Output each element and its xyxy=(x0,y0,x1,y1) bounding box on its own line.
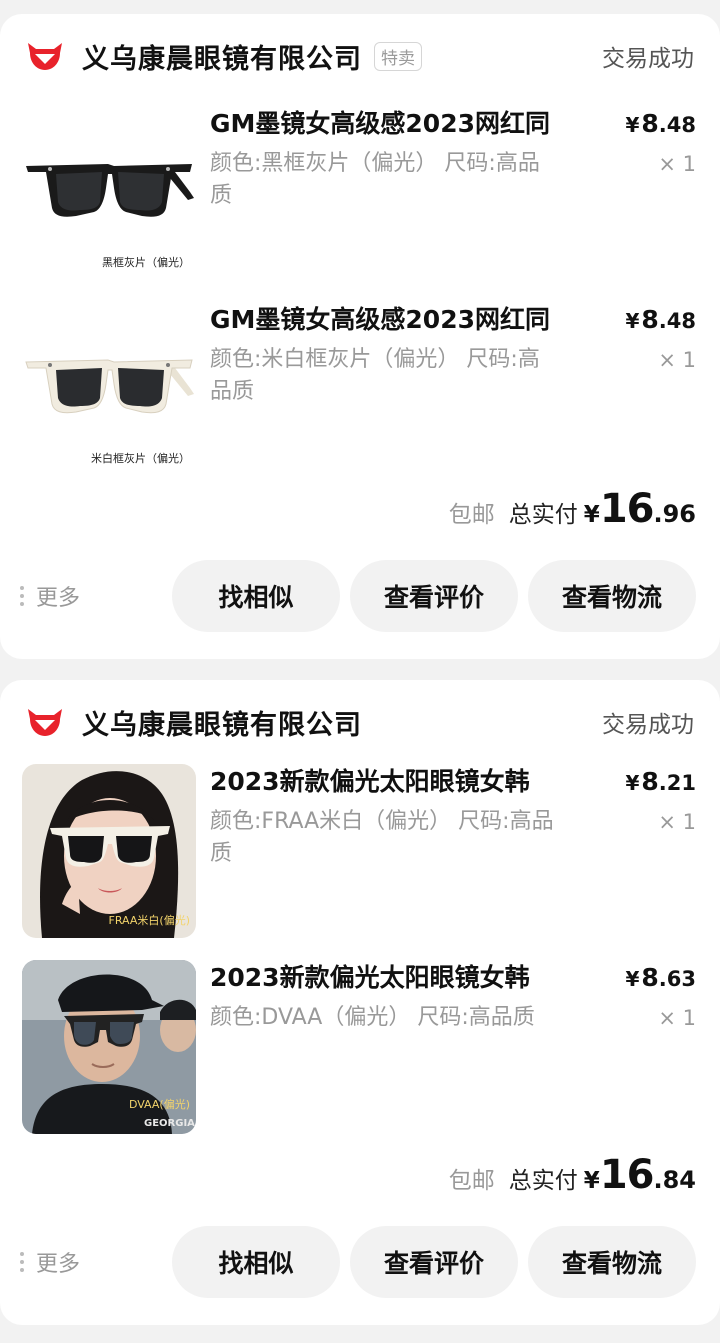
order-total: 包邮 总实付 ¥ 16 .96 xyxy=(448,486,696,532)
product-price: ¥8.48 xyxy=(625,305,696,334)
order-status: 交易成功 xyxy=(602,46,694,72)
shop-name[interactable]: 义乌康晨眼镜有限公司 xyxy=(82,37,362,76)
product-title[interactable]: 2023新款偏光太阳眼镜女韩 xyxy=(210,764,570,800)
product-quantity: × 1 xyxy=(658,152,696,176)
total-amount: 16 xyxy=(599,486,655,532)
order-actions: 更多 找相似 查看评价 查看物流 xyxy=(0,1226,720,1298)
order-total: 包邮 总实付 ¥ 16 .84 xyxy=(448,1152,696,1198)
thumbnail-caption: 米白框灰片（偏光） xyxy=(91,452,190,465)
order-actions: 更多 找相似 查看评价 查看物流 xyxy=(0,560,720,632)
product-title[interactable]: GM墨镜女高级感2023网红同 xyxy=(210,106,570,142)
tmall-cat-logo-icon xyxy=(28,43,62,70)
more-label: 更多 xyxy=(36,1252,81,1277)
find-similar-button[interactable]: 找相似 xyxy=(172,1226,340,1298)
shop-header[interactable]: 义乌康晨眼镜有限公司 交易成功 xyxy=(26,702,694,742)
product-title[interactable]: GM墨镜女高级感2023网红同 xyxy=(210,302,570,338)
order-item[interactable]: 米白框灰片（偏光） GM墨镜女高级感2023网红同 颜色:米白框灰片（偏光） 尺… xyxy=(0,302,720,492)
total-label: 总实付 xyxy=(508,1168,578,1194)
product-price: ¥8.48 xyxy=(625,109,696,138)
product-thumbnail[interactable]: 米白框灰片（偏光） xyxy=(22,302,196,476)
product-spec: 颜色:FRAA米白（偏光） 尺码:高品质 xyxy=(210,809,554,866)
product-quantity: × 1 xyxy=(658,348,696,372)
more-button[interactable]: 更多 xyxy=(20,1246,80,1278)
view-review-button[interactable]: 查看评价 xyxy=(350,1226,518,1298)
product-thumbnail[interactable]: 黑框灰片（偏光） xyxy=(22,106,196,280)
product-quantity: × 1 xyxy=(658,1006,696,1030)
more-dots-icon xyxy=(20,1252,24,1272)
total-amount: 16 xyxy=(599,1152,655,1198)
product-price: ¥8.21 xyxy=(625,767,696,796)
find-similar-button[interactable]: 找相似 xyxy=(172,560,340,632)
free-shipping-label: 包邮 xyxy=(448,1168,495,1194)
order-item[interactable]: 黑框灰片（偏光） GM墨镜女高级感2023网红同 颜色:黑框灰片（偏光） 尺码:… xyxy=(0,106,720,296)
shop-header[interactable]: 义乌康晨眼镜有限公司 特卖 交易成功 xyxy=(26,36,694,76)
product-spec: 颜色:黑框灰片（偏光） 尺码:高品质 xyxy=(210,151,540,208)
order-status: 交易成功 xyxy=(602,712,694,738)
view-logistics-button[interactable]: 查看物流 xyxy=(528,560,696,632)
total-label: 总实付 xyxy=(508,502,578,528)
thumbnail-caption: FRAA米白(偏光) xyxy=(108,914,190,927)
more-button[interactable]: 更多 xyxy=(20,580,80,612)
free-shipping-label: 包邮 xyxy=(448,502,495,528)
more-dots-icon xyxy=(20,586,24,606)
order-card[interactable]: 义乌康晨眼镜有限公司 交易成功 FRAA米白(偏光) 2023新款偏光太阳眼镜女… xyxy=(0,680,720,1325)
product-spec: 颜色:DVAA（偏光） 尺码:高品质 xyxy=(210,1005,535,1030)
shop-name[interactable]: 义乌康晨眼镜有限公司 xyxy=(82,703,362,742)
order-item[interactable]: GEORGIA DVAA(偏光) 2023新款偏光太阳眼镜女韩 颜色:DVAA（… xyxy=(0,960,720,1150)
product-spec: 颜色:米白框灰片（偏光） 尺码:高品质 xyxy=(210,347,540,404)
more-label: 更多 xyxy=(36,586,81,611)
product-title[interactable]: 2023新款偏光太阳眼镜女韩 xyxy=(210,960,570,996)
product-quantity: × 1 xyxy=(658,810,696,834)
svg-text:GEORGIA: GEORGIA xyxy=(144,1118,195,1129)
view-logistics-button[interactable]: 查看物流 xyxy=(528,1226,696,1298)
sale-tag: 特卖 xyxy=(374,41,422,71)
view-review-button[interactable]: 查看评价 xyxy=(350,560,518,632)
order-card[interactable]: 义乌康晨眼镜有限公司 特卖 交易成功 黑框灰片（偏光） GM墨镜女高级感2023… xyxy=(0,14,720,659)
order-item[interactable]: FRAA米白(偏光) 2023新款偏光太阳眼镜女韩 颜色:FRAA米白（偏光） … xyxy=(0,764,720,954)
product-thumbnail[interactable]: GEORGIA DVAA(偏光) xyxy=(22,960,196,1134)
product-thumbnail[interactable]: FRAA米白(偏光) xyxy=(22,764,196,938)
thumbnail-caption: DVAA(偏光) xyxy=(128,1098,190,1111)
tmall-cat-logo-icon xyxy=(28,709,62,736)
product-price: ¥8.63 xyxy=(625,963,696,992)
thumbnail-caption: 黑框灰片（偏光） xyxy=(102,256,190,269)
